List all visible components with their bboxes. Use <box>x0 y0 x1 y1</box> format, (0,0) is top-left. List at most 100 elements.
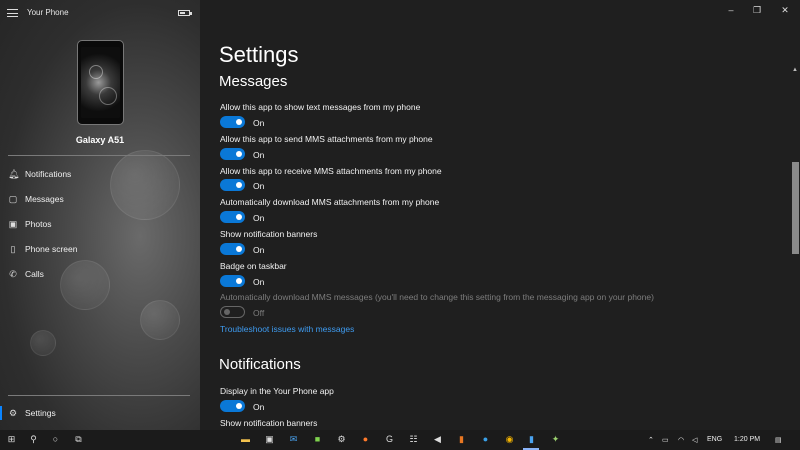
google-icon: G <box>385 434 393 444</box>
volume-icon[interactable]: ◁ <box>692 436 697 444</box>
taskbar-app[interactable]: ▣ <box>258 430 280 450</box>
taskbar-app[interactable]: ☷ <box>402 430 424 450</box>
background-decoration <box>140 300 180 340</box>
windows-icon: ⊞ <box>7 434 16 444</box>
firefox-icon: ● <box>362 434 369 444</box>
media-icon: ◀ <box>434 434 441 444</box>
edge-icon: ● <box>482 434 489 444</box>
task-view-button[interactable]: ⧉ <box>67 430 89 450</box>
toggle-switch[interactable] <box>220 400 245 412</box>
minimize-icon[interactable]: – <box>724 5 738 15</box>
toggle-switch[interactable] <box>220 116 245 128</box>
setting-label: Allow this app to send MMS attachments f… <box>220 134 433 144</box>
taskbar-app[interactable]: ■ <box>306 430 328 450</box>
section-heading-messages: Messages <box>219 73 288 90</box>
start-button[interactable]: ⊞ <box>0 430 22 450</box>
store-icon: ▣ <box>265 434 274 444</box>
calls-icon: ✆ <box>9 269 17 279</box>
setting-label: Display in the Your Phone app <box>220 386 334 396</box>
sidebar-item-photos[interactable]: ▣ Photos <box>0 213 200 235</box>
setting-label: Badge on taskbar <box>220 261 287 271</box>
taskbar-app[interactable]: ● <box>354 430 376 450</box>
clock[interactable]: 1:20 PM <box>734 436 760 443</box>
troubleshoot-link[interactable]: Troubleshoot issues with messages <box>220 324 354 334</box>
app-icon: ▮ <box>459 434 464 444</box>
messages-icon: ▢ <box>8 194 18 204</box>
sidebar-item-label: Settings <box>25 408 56 418</box>
show-hidden-icons[interactable]: ⌃ <box>648 436 654 444</box>
sidebar-item-label: Calls <box>25 269 44 279</box>
app-title: Your Phone <box>27 8 69 17</box>
your-phone-window: Your Phone Galaxy A51 🔔︎ Notifications ▢… <box>0 0 800 430</box>
your-phone-icon: ▮ <box>529 434 534 444</box>
taskbar-app[interactable]: ● <box>474 430 496 450</box>
setting-label: Allow this app to receive MMS attachment… <box>220 166 442 176</box>
sidebar-item-label: Notifications <box>25 169 72 179</box>
cortana-icon: ○ <box>52 434 59 444</box>
maximize-icon[interactable]: ❐ <box>750 5 764 16</box>
toggle-state: On <box>253 118 265 128</box>
taskbar-app-your-phone[interactable]: ▮ <box>520 430 542 450</box>
scroll-up-icon[interactable]: ▲ <box>792 67 798 73</box>
section-heading-notifications: Notifications <box>219 356 301 373</box>
language-indicator[interactable]: ENG <box>707 436 722 443</box>
phone-screen-icon: ▯ <box>10 244 16 254</box>
title-bar: Your Phone <box>0 0 200 26</box>
taskbar-app[interactable]: ✉ <box>282 430 304 450</box>
gear-icon: ⚙ <box>337 434 346 444</box>
microsoft-icon: ☷ <box>409 434 418 444</box>
sidebar-item-settings[interactable]: ⚙ Settings <box>0 402 200 424</box>
setting-label: Show notification banners <box>220 418 318 428</box>
divider <box>8 395 190 396</box>
mail-icon: ✉ <box>289 434 298 444</box>
toggle-switch[interactable] <box>220 211 245 223</box>
toggle-state: On <box>253 245 265 255</box>
taskbar-app[interactable]: ◉ <box>498 430 520 450</box>
sidebar-item-phone-screen[interactable]: ▯ Phone screen <box>0 238 200 260</box>
sidebar-item-label: Phone screen <box>25 244 78 254</box>
toggle-state: On <box>253 402 265 412</box>
sidebar-item-label: Photos <box>25 219 52 229</box>
toggle-state: On <box>253 213 265 223</box>
toggle-switch[interactable] <box>220 179 245 191</box>
settings-page: – ❐ ✕ Settings Messages Allow this app t… <box>200 0 800 430</box>
network-icon[interactable]: ▭ <box>662 436 669 444</box>
sidebar-item-notifications[interactable]: 🔔︎ Notifications <box>0 163 200 185</box>
setting-label: Automatically download MMS messages (you… <box>220 292 654 302</box>
cortana-button[interactable]: ○ <box>44 430 66 450</box>
scrollbar-thumb[interactable] <box>792 162 799 254</box>
wifi-icon[interactable]: ◠ <box>678 436 684 444</box>
scrollbar[interactable]: ▲ <box>790 65 800 430</box>
sidebar-item-label: Messages <box>25 194 64 204</box>
close-icon[interactable]: ✕ <box>778 5 792 16</box>
device-name: Galaxy A51 <box>75 135 125 145</box>
divider <box>8 155 190 156</box>
taskbar-app[interactable]: G <box>378 430 400 450</box>
file-explorer-icon: ▬ <box>241 434 250 444</box>
task-view-icon: ⧉ <box>75 434 82 444</box>
toggle-switch[interactable] <box>220 243 245 255</box>
toggle-switch[interactable] <box>220 148 245 160</box>
taskbar-app[interactable]: ⚙ <box>330 430 352 450</box>
toggle-state: On <box>253 181 265 191</box>
sidebar-item-calls[interactable]: ✆ Calls <box>0 263 200 285</box>
notification-center-icon[interactable]: ▤ <box>775 436 782 444</box>
toggle-state: On <box>253 277 265 287</box>
page-title: Settings <box>219 42 299 67</box>
taskbar-app[interactable]: ◀ <box>426 430 448 450</box>
sidebar-item-messages[interactable]: ▢ Messages <box>0 188 200 210</box>
taskbar-app[interactable]: ▬ <box>234 430 256 450</box>
search-icon: ⚲ <box>30 434 37 444</box>
app-icon: ✦ <box>551 434 560 444</box>
background-decoration <box>30 330 56 356</box>
taskbar-app[interactable]: ▮ <box>450 430 472 450</box>
taskbar-app[interactable]: ✦ <box>544 430 566 450</box>
setting-label: Automatically download MMS attachments f… <box>220 197 440 207</box>
toggle-switch <box>220 306 245 318</box>
search-button[interactable]: ⚲ <box>22 430 44 450</box>
app-icon: ■ <box>314 434 321 444</box>
hamburger-menu-icon[interactable] <box>7 9 18 17</box>
toggle-switch[interactable] <box>220 275 245 287</box>
gear-icon: ⚙ <box>8 408 18 418</box>
setting-label: Show notification banners <box>220 229 318 239</box>
